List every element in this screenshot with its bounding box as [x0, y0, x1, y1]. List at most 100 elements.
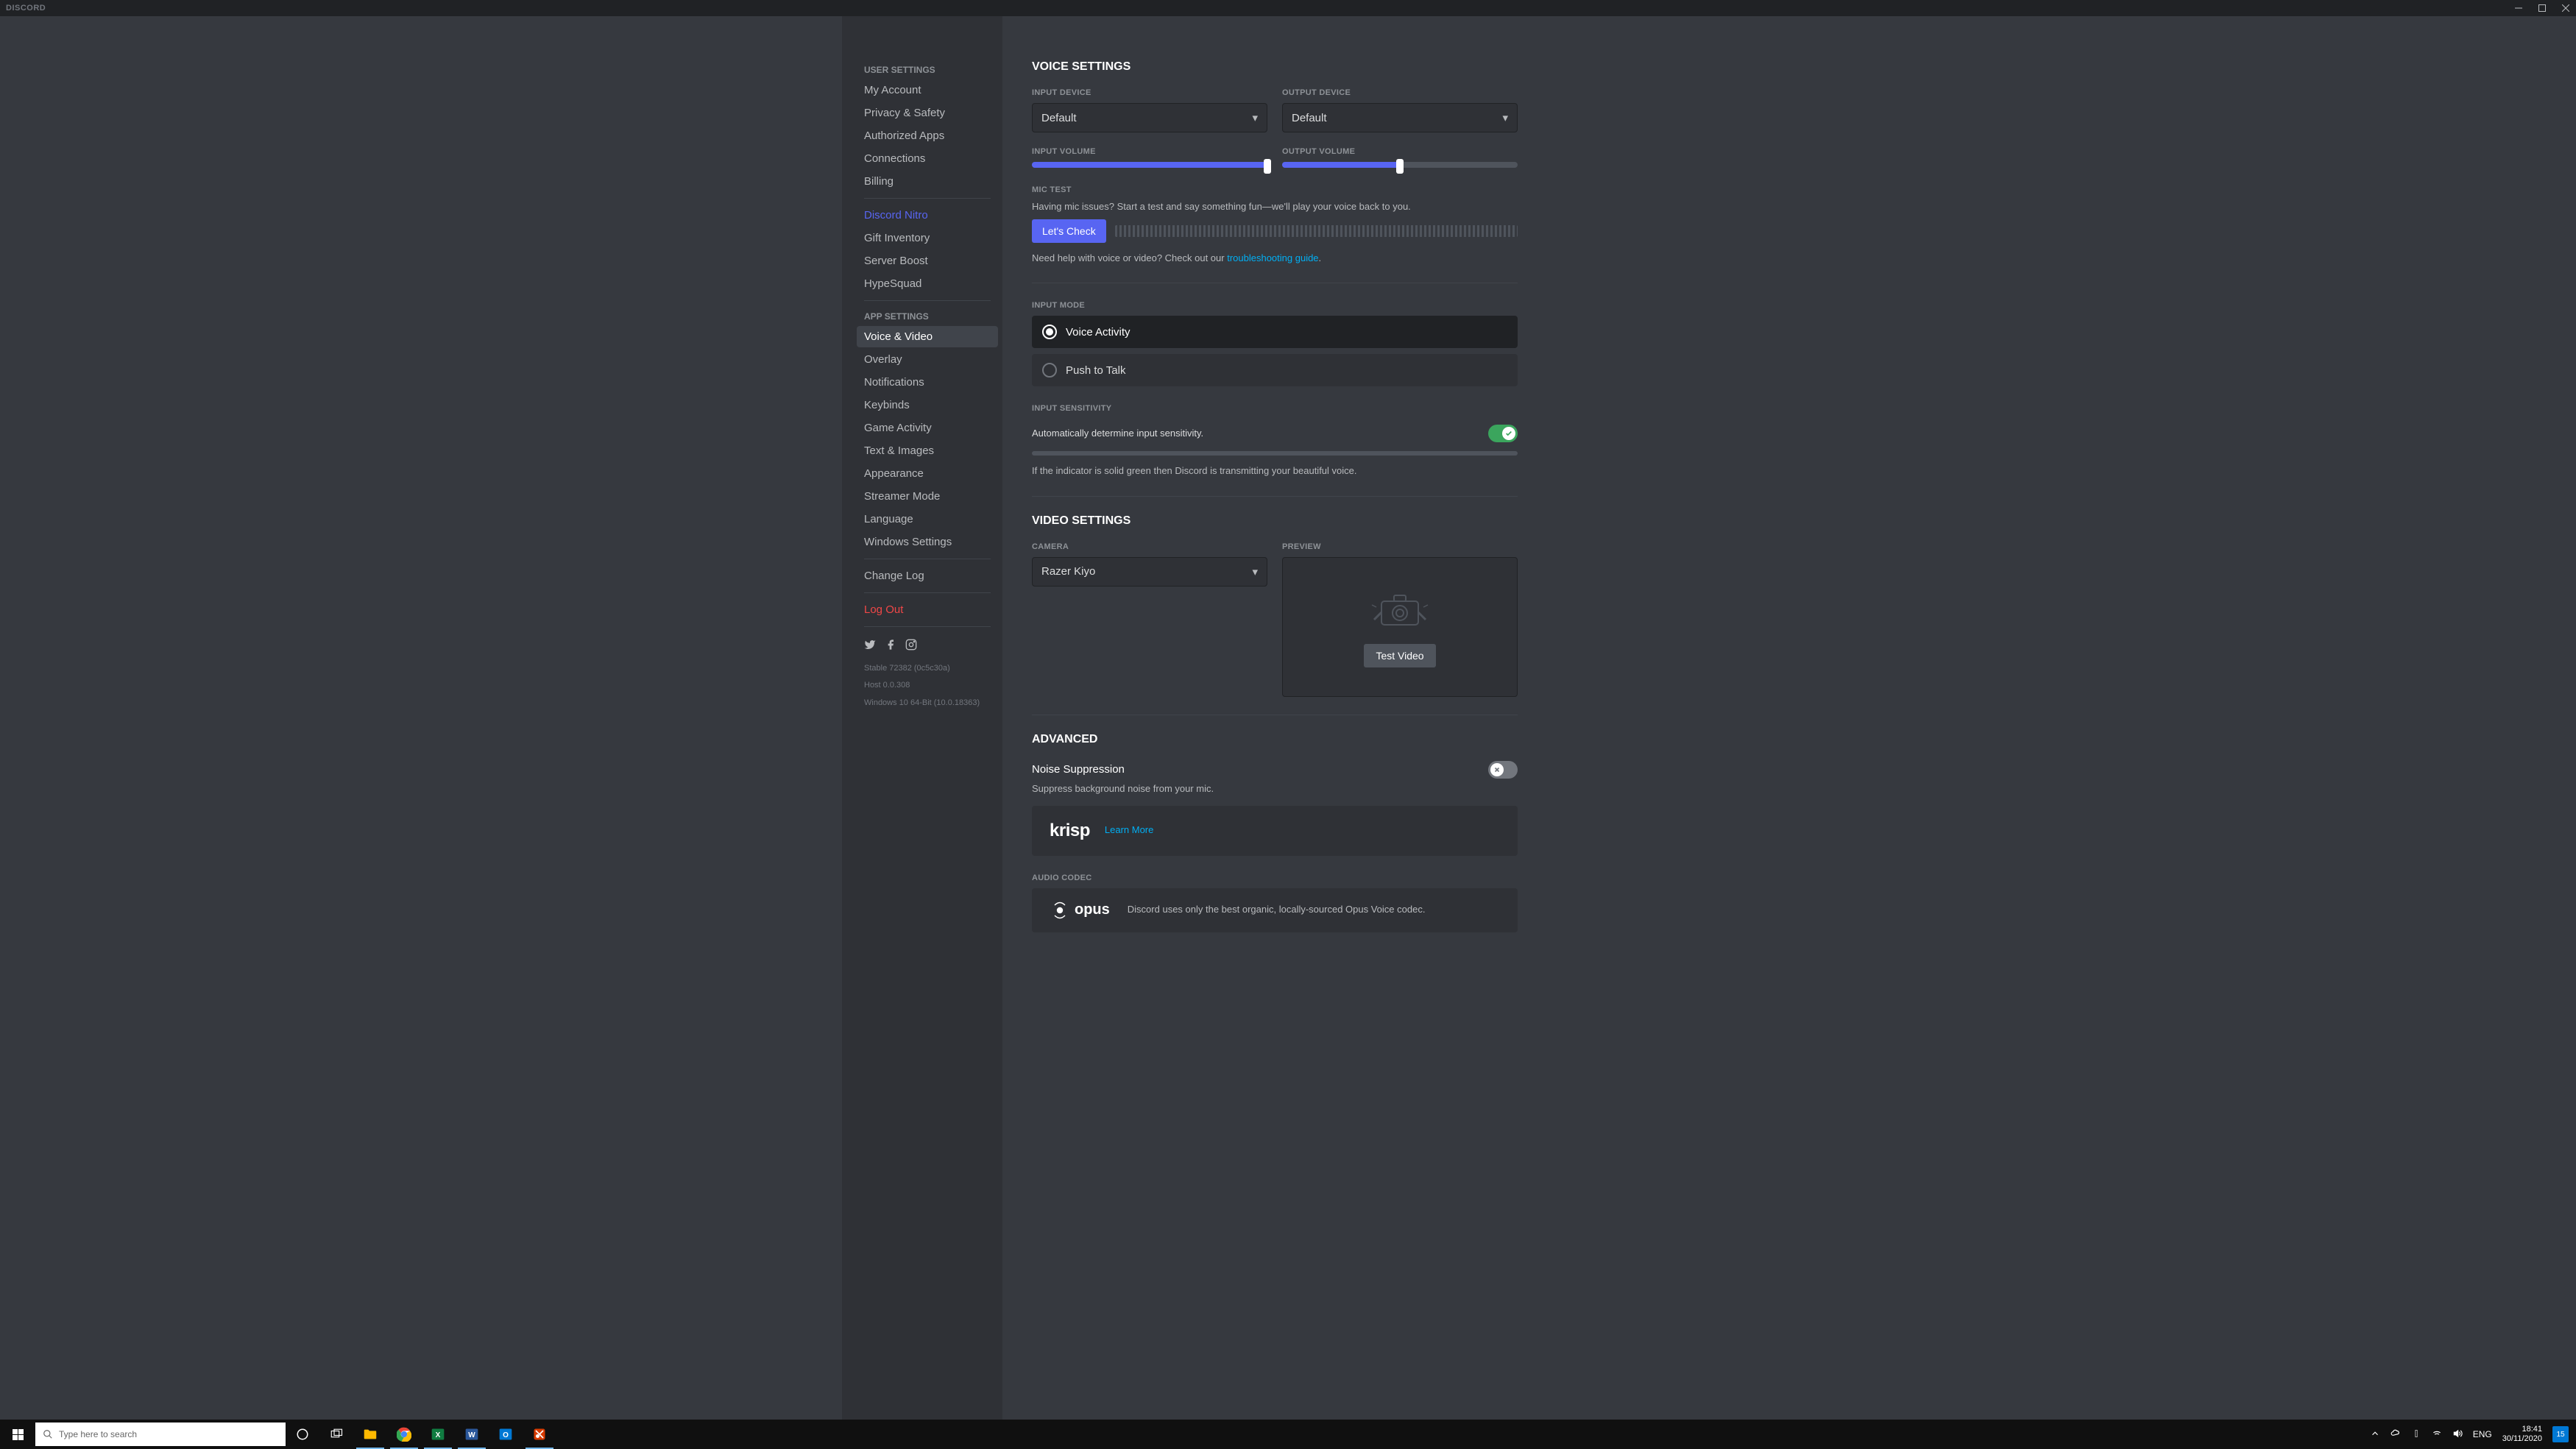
twitter-icon[interactable]: [864, 639, 876, 654]
sidebar-separator: [864, 592, 991, 593]
chrome-taskbar[interactable]: [387, 1420, 421, 1449]
close-icon: [2562, 4, 2569, 12]
chevron-down-icon: ▾: [1252, 111, 1258, 124]
lets-check-button[interactable]: Let's Check: [1032, 219, 1106, 243]
file-explorer-taskbar[interactable]: [353, 1420, 387, 1449]
sidebar-item-text-images[interactable]: Text & Images: [857, 440, 998, 461]
facebook-icon[interactable]: [885, 639, 896, 654]
sidebar-item-keybinds[interactable]: Keybinds: [857, 394, 998, 416]
opus-icon: [1050, 900, 1070, 921]
circle-icon: [296, 1428, 309, 1441]
output-device-select[interactable]: Default ▾: [1282, 103, 1518, 132]
chrome-icon: [397, 1427, 411, 1442]
maximize-icon: [2538, 4, 2546, 12]
excel-icon: X: [431, 1427, 445, 1442]
sidebar-item-appearance[interactable]: Appearance: [857, 463, 998, 484]
test-video-button[interactable]: Test Video: [1364, 644, 1435, 667]
slider-thumb[interactable]: [1396, 159, 1404, 174]
krisp-logo: krisp: [1050, 821, 1090, 841]
input-device-select[interactable]: Default ▾: [1032, 103, 1267, 132]
cortana-button[interactable]: [286, 1420, 319, 1449]
sidebar-separator: [864, 626, 991, 627]
advanced-title: Advanced: [1032, 733, 1518, 746]
input-device-value: Default: [1041, 112, 1077, 124]
sidebar-item-notifications[interactable]: Notifications: [857, 372, 998, 393]
sidebar-header-app-settings: App Settings: [857, 307, 998, 326]
sidebar-header-user-settings: User Settings: [857, 60, 998, 79]
sidebar-item-language[interactable]: Language: [857, 509, 998, 530]
tray-clock[interactable]: 18:41 30/11/2020: [2502, 1425, 2542, 1444]
sidebar-item-windows-settings[interactable]: Windows Settings: [857, 531, 998, 553]
tray-usb-icon[interactable]: [2411, 1428, 2421, 1441]
input-mode-voice-activity[interactable]: Voice Activity: [1032, 316, 1518, 348]
krisp-learn-more-link[interactable]: Learn More: [1105, 823, 1153, 837]
settings-content: ESC Voice Settings Input Device Default …: [1002, 16, 1547, 1420]
minimize-icon: [2515, 4, 2522, 12]
tray-chevron-up-icon[interactable]: [2370, 1428, 2380, 1441]
sidebar-item-streamer-mode[interactable]: Streamer Mode: [857, 486, 998, 507]
tray-language[interactable]: ENG: [2473, 1429, 2492, 1439]
output-volume-slider[interactable]: [1282, 162, 1518, 168]
output-volume-label: Output Volume: [1282, 147, 1518, 156]
mic-test-label: Mic Test: [1032, 185, 1518, 194]
sidebar-item-game-activity[interactable]: Game Activity: [857, 417, 998, 439]
snip-taskbar[interactable]: [523, 1420, 556, 1449]
window-close-button[interactable]: [2561, 4, 2570, 13]
taskbar-search[interactable]: Type here to search: [35, 1423, 286, 1446]
sidebar-separator: [864, 300, 991, 301]
toggle-knob: [1502, 427, 1515, 440]
window-minimize-button[interactable]: [2514, 4, 2523, 13]
radio-label: Push to Talk: [1066, 364, 1125, 377]
radio-icon: [1042, 325, 1057, 339]
tray-wifi-icon[interactable]: [2432, 1428, 2442, 1441]
opus-wordmark: opus: [1075, 901, 1110, 918]
camera-value: Razer Kiyo: [1041, 565, 1095, 578]
sidebar-item-billing[interactable]: Billing: [857, 171, 998, 192]
troubleshooting-guide-link[interactable]: troubleshooting guide: [1227, 252, 1318, 263]
window-maximize-button[interactable]: [2538, 4, 2547, 13]
input-mode-label: Input Mode: [1032, 301, 1518, 310]
sidebar-item-connections[interactable]: Connections: [857, 148, 998, 169]
build-info-host: Host 0.0.308: [857, 677, 998, 694]
slider-thumb[interactable]: [1264, 159, 1271, 174]
instagram-icon[interactable]: [905, 639, 917, 654]
task-view-button[interactable]: [319, 1420, 353, 1449]
sidebar-item-overlay[interactable]: Overlay: [857, 349, 998, 370]
sidebar-item-discord-nitro[interactable]: Discord Nitro: [857, 205, 998, 226]
word-taskbar[interactable]: W: [455, 1420, 489, 1449]
output-device-value: Default: [1292, 112, 1327, 124]
camera-select[interactable]: Razer Kiyo ▾: [1032, 557, 1267, 587]
input-volume-slider[interactable]: [1032, 162, 1267, 168]
windows-icon: [13, 1429, 24, 1440]
sidebar-item-change-log[interactable]: Change Log: [857, 565, 998, 587]
build-info-stable: Stable 72382 (0c5c30a): [857, 660, 998, 677]
excel-taskbar[interactable]: X: [421, 1420, 455, 1449]
task-view-icon: [330, 1428, 343, 1441]
noise-suppression-toggle[interactable]: [1488, 761, 1518, 779]
sidebar-item-gift-inventory[interactable]: Gift Inventory: [857, 227, 998, 249]
noise-suppression-label: Noise Suppression: [1032, 763, 1125, 776]
krisp-card: krisp Learn More: [1032, 806, 1518, 856]
sidebar-item-authorized-apps[interactable]: Authorized Apps: [857, 125, 998, 146]
slider-fill: [1282, 162, 1400, 168]
start-button[interactable]: [0, 1420, 35, 1449]
sidebar-item-voice-video[interactable]: Voice & Video: [857, 326, 998, 347]
input-sensitivity-label: Input Sensitivity: [1032, 404, 1518, 413]
input-mode-push-to-talk[interactable]: Push to Talk: [1032, 354, 1518, 386]
sidebar-item-my-account[interactable]: My Account: [857, 79, 998, 101]
preview-label: Preview: [1282, 542, 1518, 551]
sidebar-item-server-boost[interactable]: Server Boost: [857, 250, 998, 272]
voice-settings-title: Voice Settings: [1032, 60, 1518, 74]
outlook-taskbar[interactable]: O: [489, 1420, 523, 1449]
tray-onedrive-icon[interactable]: [2391, 1428, 2401, 1441]
sidebar-item-hypesquad[interactable]: HypeSquad: [857, 273, 998, 294]
outlook-icon: O: [498, 1427, 513, 1442]
sidebar-item-privacy-safety[interactable]: Privacy & Safety: [857, 102, 998, 124]
folder-icon: [362, 1426, 378, 1442]
tray-volume-icon[interactable]: [2452, 1428, 2463, 1441]
auto-sensitivity-toggle[interactable]: [1488, 425, 1518, 442]
troubleshoot-help: Need help with voice or video? Check out…: [1032, 252, 1518, 265]
sidebar-item-log-out[interactable]: Log Out: [857, 599, 998, 620]
tray-notifications[interactable]: 15: [2552, 1426, 2569, 1442]
snip-icon: [532, 1427, 547, 1442]
